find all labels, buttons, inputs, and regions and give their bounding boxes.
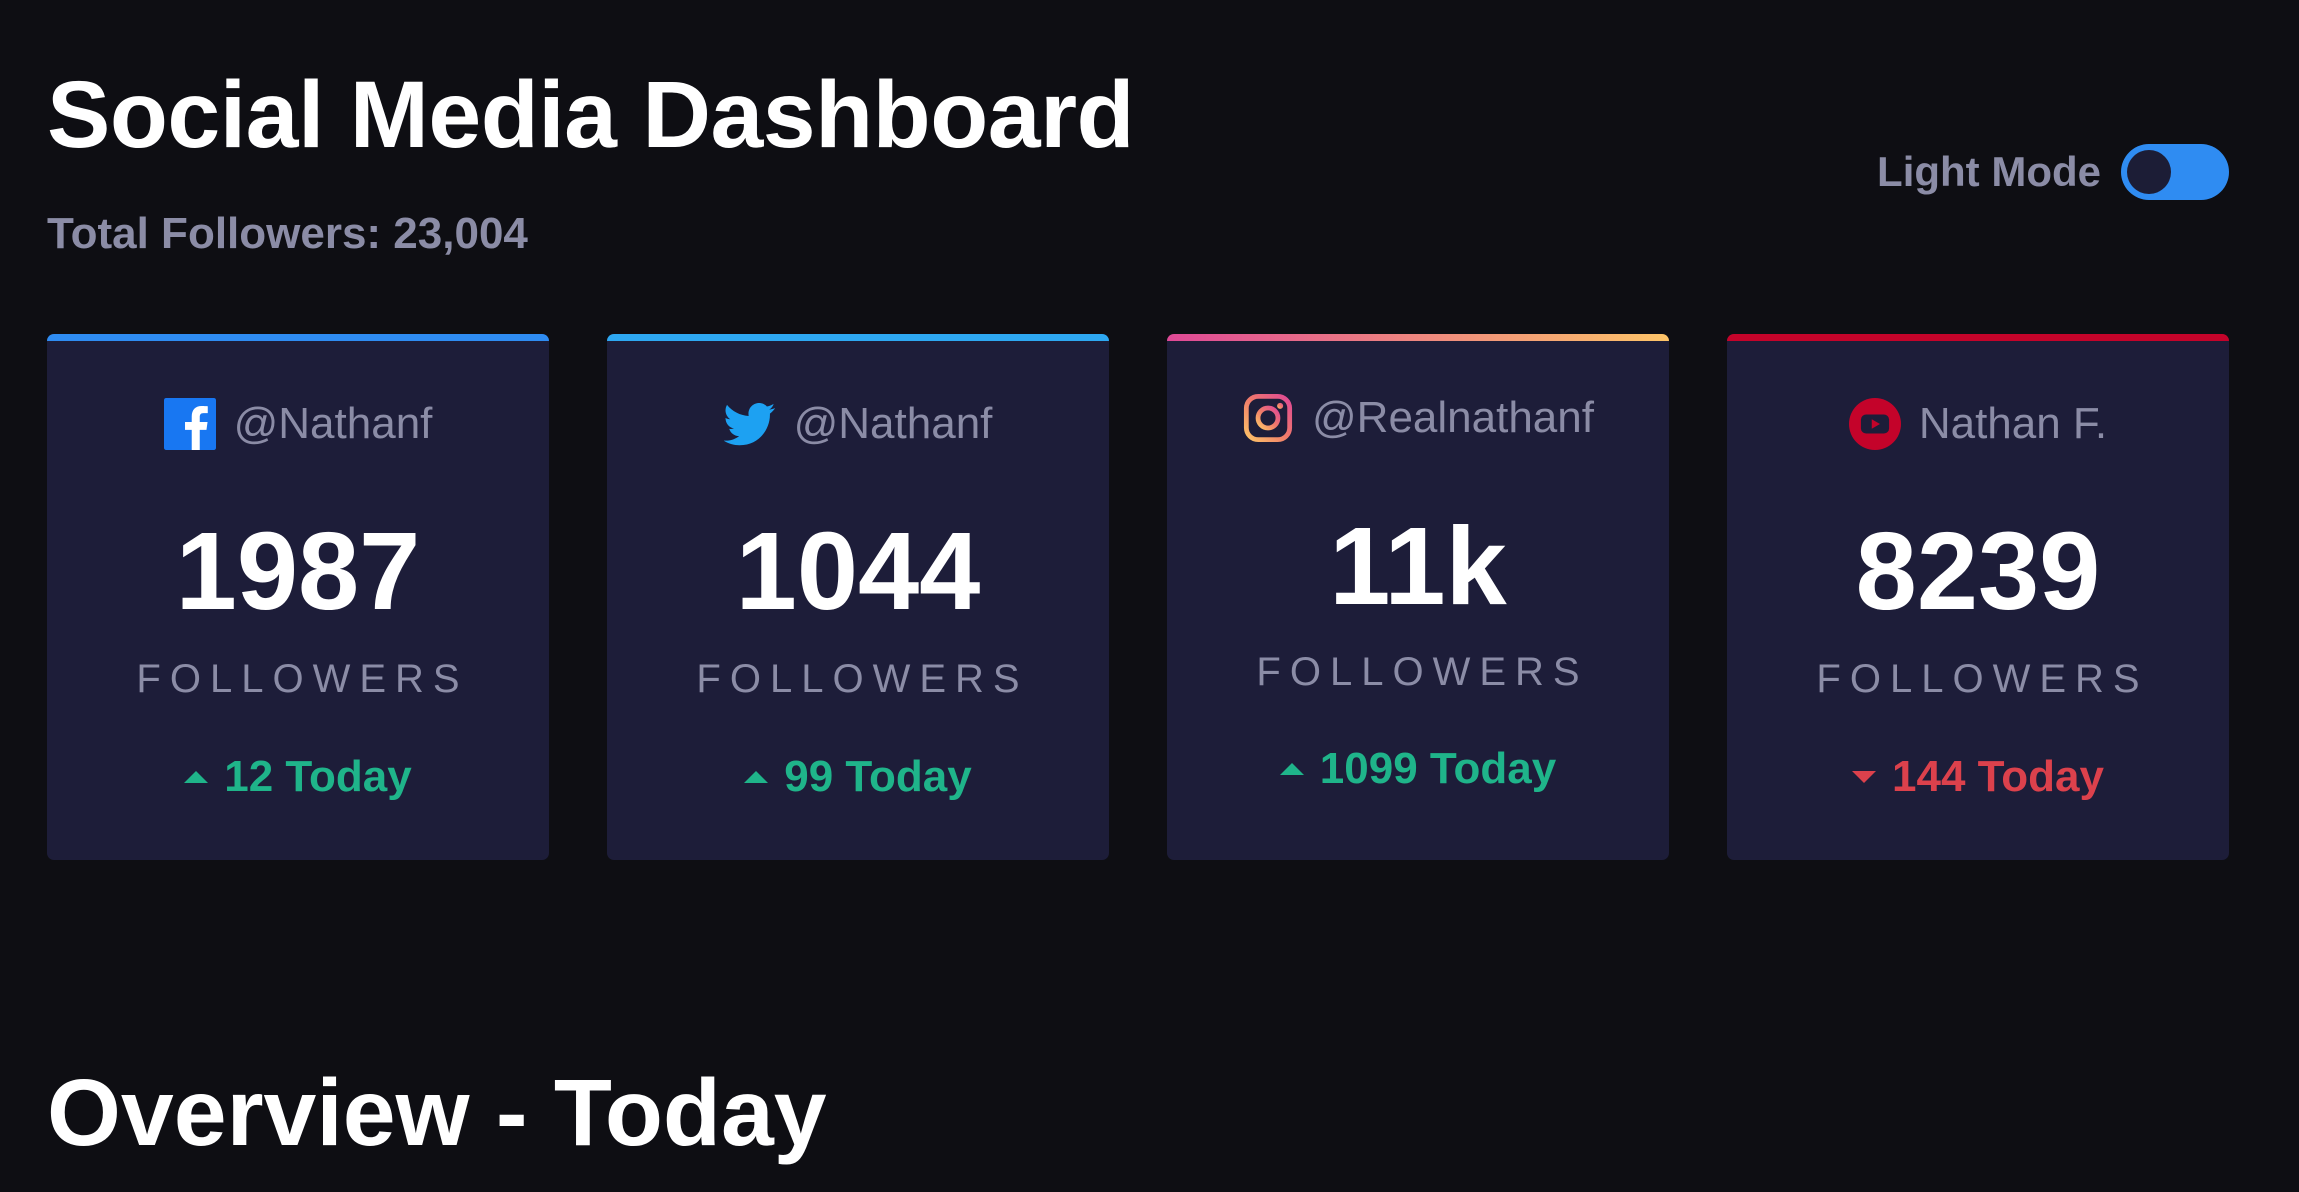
daily-change: 1099 Today xyxy=(1167,744,1669,794)
follower-count-label: FOLLOWERS xyxy=(1816,657,2149,701)
card-handle: Nathan F. xyxy=(1918,399,2108,448)
card-header: @Realnathanf xyxy=(1167,392,1669,444)
page-title: Social Media Dashboard xyxy=(47,62,1135,168)
follower-count-label: FOLLOWERS xyxy=(136,657,469,701)
follower-count: 11k xyxy=(1329,505,1507,628)
card-twitter[interactable]: @Nathanf 1044 FOLLOWERS 99 Today xyxy=(607,334,1109,860)
theme-toggle-switch[interactable] xyxy=(2121,144,2229,200)
facebook-icon xyxy=(163,398,216,450)
card-header: Nathan F. xyxy=(1727,398,2229,450)
card-header: @Nathanf xyxy=(607,398,1109,450)
daily-change-text: 99 Today xyxy=(784,752,972,801)
card-handle: @Nathanf xyxy=(233,399,433,448)
follower-count: 8239 xyxy=(1855,510,2101,633)
arrow-up-icon xyxy=(744,771,769,783)
youtube-icon xyxy=(1848,398,1901,450)
arrow-up-icon xyxy=(1279,763,1304,775)
card-header: @Nathanf xyxy=(47,398,549,450)
total-followers: Total Followers: 23,004 xyxy=(47,209,528,258)
daily-change-text: 1099 Today xyxy=(1319,744,1557,793)
theme-toggle-label: Light Mode xyxy=(1877,148,2101,195)
dashboard-header: Social Media Dashboard Total Followers: … xyxy=(47,62,1135,259)
arrow-down-icon xyxy=(1852,771,1877,783)
follower-count: 1044 xyxy=(735,510,981,633)
daily-change: 12 Today xyxy=(47,752,549,802)
card-accent-bar xyxy=(607,334,1109,341)
instagram-icon xyxy=(1242,392,1294,444)
card-instagram[interactable]: @Realnathanf 11k FOLLOWERS 1099 Today xyxy=(1167,334,1669,860)
follower-count-label: FOLLOWERS xyxy=(696,657,1029,701)
daily-change-text: 12 Today xyxy=(224,752,412,801)
daily-change-text: 144 Today xyxy=(1892,752,2104,801)
card-accent-bar xyxy=(1727,334,2229,341)
follower-count-label: FOLLOWERS xyxy=(1256,650,1589,694)
card-handle: @Realnathanf xyxy=(1312,393,1594,442)
overview-title: Overview - Today xyxy=(47,1060,827,1166)
card-youtube[interactable]: Nathan F. 8239 FOLLOWERS 144 Today xyxy=(1727,334,2229,860)
arrow-up-icon xyxy=(184,771,209,783)
card-facebook[interactable]: @Nathanf 1987 FOLLOWERS 12 Today xyxy=(47,334,549,860)
daily-change: 144 Today xyxy=(1727,752,2229,802)
card-accent-bar xyxy=(47,334,549,341)
twitter-icon xyxy=(723,398,776,450)
follower-cards: @Nathanf 1987 FOLLOWERS 12 Today @Nathan… xyxy=(47,334,2229,860)
daily-change: 99 Today xyxy=(607,752,1109,802)
theme-toggle-knob xyxy=(2127,150,2171,194)
follower-count: 1987 xyxy=(175,510,421,633)
card-accent-bar xyxy=(1167,334,1669,341)
theme-toggle-group: Light Mode xyxy=(1877,144,2229,200)
card-handle: @Nathanf xyxy=(793,399,993,448)
